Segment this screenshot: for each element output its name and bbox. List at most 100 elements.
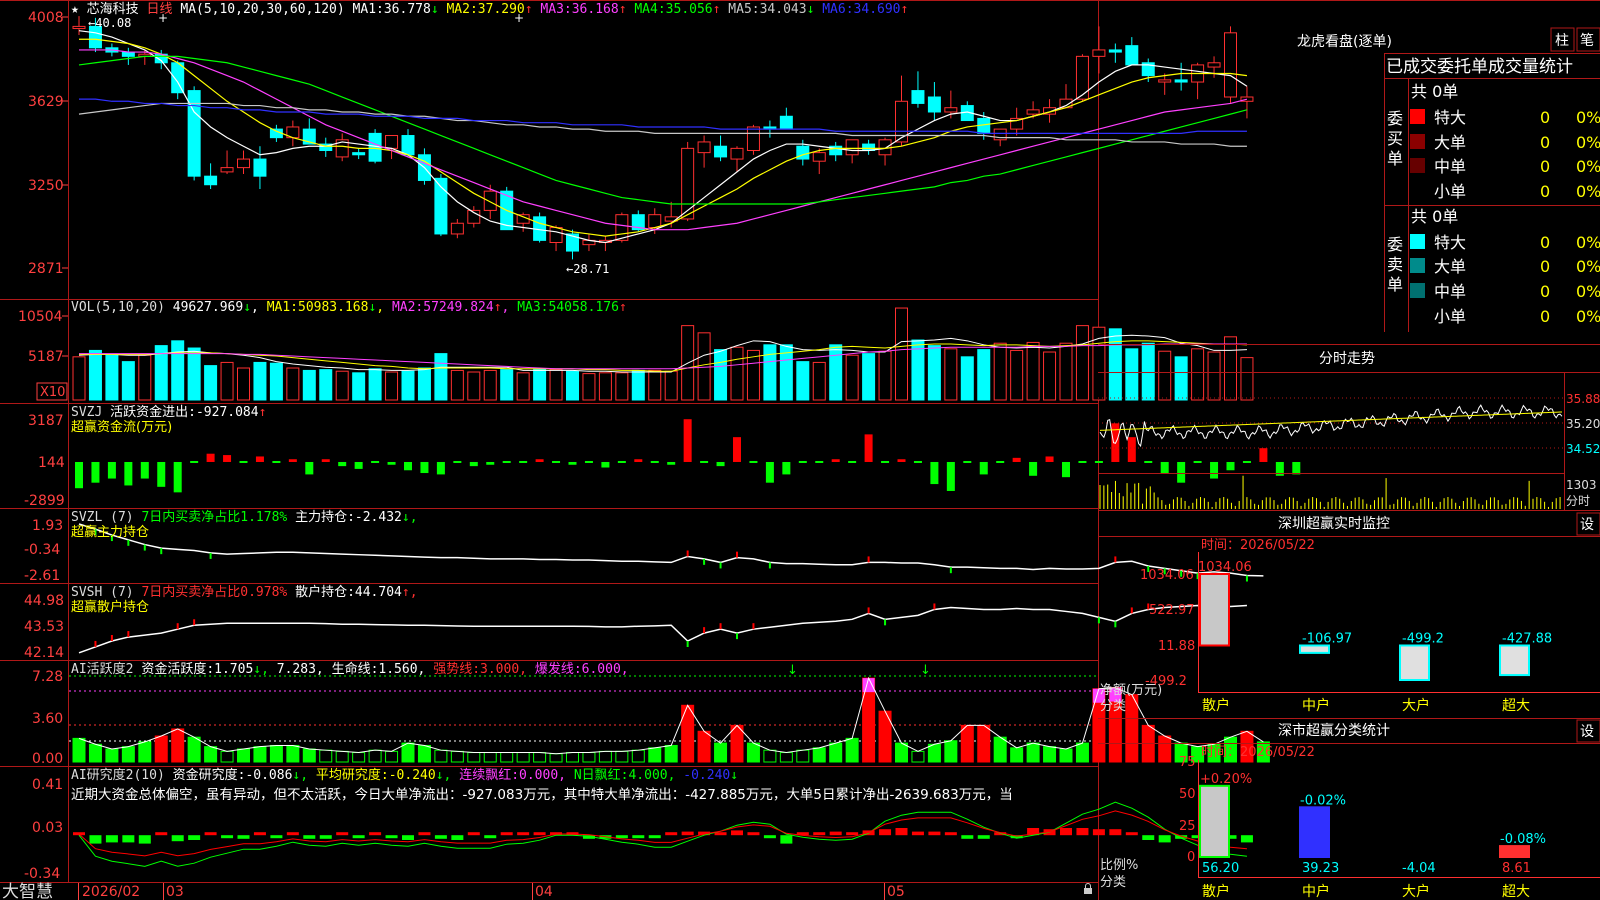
activity-bar: [220, 750, 234, 763]
activity-bar: [253, 746, 267, 763]
svg-text:1034.06: 1034.06: [1140, 568, 1194, 583]
svzl-tick-top: 1.93: [32, 518, 63, 534]
high-price-label: ←40.08: [88, 16, 131, 30]
svg-text:0: 0: [1540, 108, 1550, 127]
research-bar: [138, 835, 151, 844]
volume-bar: [335, 370, 349, 401]
realtime-bar: [1299, 644, 1330, 654]
buy-total: 共 0单: [1411, 82, 1458, 101]
candle-body: [697, 141, 711, 154]
svzl-value: -2.432: [355, 510, 402, 525]
activity-bar: [746, 742, 760, 763]
y-tick-2871: 2871: [28, 261, 64, 277]
svg-text:小单: 小单: [1434, 307, 1466, 326]
activity-bar: [352, 752, 366, 763]
activity-bar: [385, 750, 399, 763]
candle-body: [1092, 49, 1106, 57]
ma5-value: 34.043: [760, 2, 807, 17]
volume-bar: [895, 307, 908, 401]
research-bar: [286, 832, 299, 836]
research-bar: [517, 832, 530, 836]
flow-bar: [157, 461, 166, 487]
sz-category-settings-button[interactable]: 设: [1576, 719, 1600, 743]
intraday-title: 分时走势: [1319, 351, 1375, 367]
volume-bar: [582, 373, 596, 401]
flow-bar: [996, 460, 1005, 463]
candle-body: [796, 145, 810, 160]
category-value-label: 39.23: [1302, 861, 1339, 876]
research-bar: [615, 835, 628, 839]
svzl-subtitle: 超赢主力持仓: [71, 524, 149, 540]
svg-text:特大: 特大: [1434, 233, 1466, 252]
flow-bar: [930, 461, 939, 485]
tick-view-button[interactable]: 笔: [1576, 27, 1600, 52]
research-bar: [648, 835, 661, 839]
flow-bar: [765, 461, 774, 483]
background: [0, 0, 1600, 900]
flow-bar: [1144, 460, 1153, 463]
candle-body: [483, 190, 497, 211]
candle-body: [1026, 109, 1040, 115]
realtime-bar: [1399, 644, 1430, 682]
y-tick-3629: 3629: [28, 94, 64, 110]
flow-bar: [420, 461, 429, 474]
realtime-category-label: 散户: [1202, 697, 1230, 714]
candle-body: [1125, 45, 1139, 66]
volume-bar: [730, 346, 744, 401]
research-bar: [253, 832, 266, 836]
activity-bar: [1075, 742, 1089, 763]
bar-view-button[interactable]: 柱: [1550, 27, 1575, 52]
flow-bar: [815, 460, 824, 463]
candle-body: [1108, 49, 1122, 53]
ma4-value: 35.056: [666, 2, 713, 17]
x-label-2026-02: 2026/02: [82, 884, 140, 900]
svg-text:委: 委: [1387, 235, 1403, 254]
flow-bar: [288, 459, 297, 462]
volume-bar: [483, 369, 497, 401]
volume-bar: [1207, 351, 1221, 401]
volume-bar: [977, 349, 991, 401]
candle-body: [72, 25, 86, 30]
candle-body: [1075, 55, 1089, 100]
main-chart-header: ★ 芯海科技 日线 MA(5,10,20,30,60,120) MA1:36.7…: [71, 2, 908, 17]
svg-text:0: 0: [1540, 307, 1550, 326]
research-bar: [747, 832, 760, 836]
volume-bar: [812, 361, 826, 401]
svsh-subtitle: 超赢散户持仓: [71, 599, 149, 615]
sz-realtime-settings-button[interactable]: 设: [1576, 512, 1600, 536]
volume-bar: [845, 354, 859, 401]
research-bar: [1142, 835, 1155, 840]
research-bar: [122, 835, 135, 843]
candle-body: [1158, 79, 1172, 83]
research-bar: [681, 831, 694, 836]
sz-category-ylabel: 比例%: [1100, 858, 1138, 873]
volume-bar: [516, 372, 530, 401]
flow-bar: [864, 434, 873, 462]
category-value-label: 8.61: [1502, 861, 1531, 876]
candle-body: [944, 107, 958, 113]
research-bar: [632, 835, 645, 839]
candle-body: [549, 227, 563, 244]
activity-bar: [829, 742, 843, 763]
chart-period: 日线: [147, 2, 173, 17]
research-bar: [1092, 829, 1105, 836]
svsh-tick-mid: 43.53: [24, 619, 64, 635]
svg-text:0%: 0%: [1576, 257, 1600, 276]
research-bar: [1158, 835, 1171, 843]
volume-bar: [1108, 328, 1122, 401]
volume-bar: [549, 369, 563, 401]
category-name-label: 中户: [1302, 883, 1330, 900]
flow-bar: [436, 461, 445, 475]
candle-body: [220, 167, 234, 173]
realtime-value-label: 1034.06: [1198, 560, 1252, 575]
flow-bar: [321, 459, 330, 462]
flow-bar: [371, 460, 380, 463]
candle-body: [927, 96, 941, 113]
activity-bar: [566, 752, 579, 763]
candle-body: [911, 90, 925, 104]
flow-bar: [963, 460, 972, 463]
svg-text:0%: 0%: [1576, 133, 1600, 152]
research-commentary: 近期大资金总体偏空，虽有异动，但不太活跃，今日大单净流出：-927.083万元，…: [71, 787, 1013, 803]
activity-bar: [269, 744, 283, 763]
flow-bar: [700, 460, 709, 463]
